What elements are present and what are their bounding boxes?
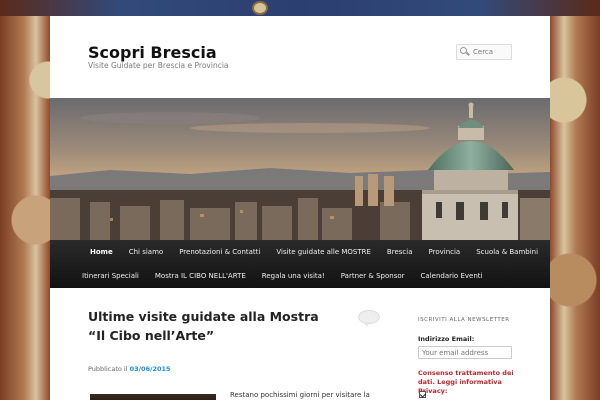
menu-item-visite-mostre[interactable]: Visite guidate alle MOSTRE [268, 240, 379, 264]
menu-item-partner[interactable]: Partner & Sponsor [333, 264, 413, 288]
comment-bubble-icon[interactable] [358, 310, 380, 327]
menu-item-scuola-bambini[interactable]: Scuola & Bambini [468, 240, 546, 264]
menu-item-regala[interactable]: Regala una visita! [254, 264, 333, 288]
search-box[interactable] [456, 44, 512, 60]
background-ornament [252, 1, 268, 15]
privacy-consent-link[interactable]: Consenso trattamento dei dati. Leggi inf… [418, 369, 528, 396]
menu-item-provincia[interactable]: Provincia [421, 240, 469, 264]
menu-item-mostra-cibo[interactable]: Mostra IL CIBO NELL'ARTE [147, 264, 254, 288]
post-thumbnail[interactable] [90, 394, 216, 400]
menu-item-brescia[interactable]: Brescia [379, 240, 421, 264]
menu-row-2: Itinerari Speciali Mostra IL CIBO NELL'A… [80, 264, 490, 288]
header-image [50, 98, 550, 240]
post-date-link[interactable]: 03/06/2015 [130, 365, 171, 373]
main-navigation: Home Chi siamo Prenotazioni & Contatti V… [50, 240, 550, 288]
menu-item-itinerari[interactable]: Itinerari Speciali [80, 264, 147, 288]
page-container: Scopri Brescia Visite Guidate per Bresci… [50, 16, 550, 400]
post-excerpt: Restano pochissimi giorni per visitare l… [230, 391, 370, 399]
menu-item-chi-siamo[interactable]: Chi siamo [121, 240, 171, 264]
post-meta: Pubblicato il 03/06/2015 [88, 365, 171, 373]
newsletter-heading: Iscriviti alla newsletter [418, 317, 510, 323]
menu-row-1: Home Chi siamo Prenotazioni & Contatti V… [80, 240, 546, 264]
site-description: Visite Guidate per Brescia e Provincia [88, 61, 229, 70]
brescia-skyline-photo [50, 98, 550, 240]
search-icon [460, 47, 470, 57]
email-label: Indirizzo Email: [418, 335, 475, 343]
background-top-band [0, 0, 600, 16]
email-field[interactable] [418, 346, 512, 359]
menu-item-prenotazioni[interactable]: Prenotazioni & Contatti [171, 240, 268, 264]
site-title[interactable]: Scopri Brescia [88, 43, 217, 62]
search-input[interactable] [473, 48, 511, 56]
post-meta-prefix: Pubblicato il [88, 365, 128, 373]
menu-item-home[interactable]: Home [80, 240, 121, 264]
consent-checkbox[interactable] [419, 391, 426, 398]
post-title[interactable]: Ultime visite guidate alla Mostra “Il Ci… [88, 307, 338, 345]
menu-item-calendario[interactable]: Calendario Eventi [413, 264, 491, 288]
